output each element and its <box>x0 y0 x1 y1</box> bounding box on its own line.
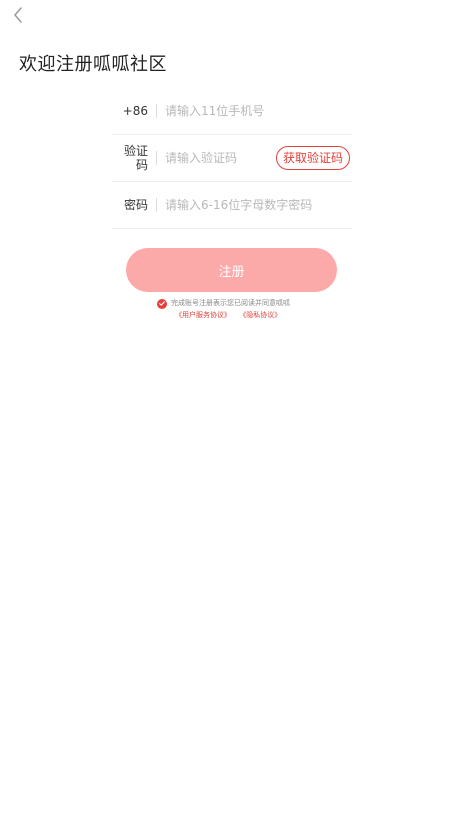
phone-row: +86 <box>112 88 352 135</box>
check-icon <box>159 301 165 306</box>
divider <box>156 104 157 118</box>
phone-input[interactable] <box>165 104 352 118</box>
agreement-text: 完成账号注册表示您已阅读并同意呱呱 <box>171 299 290 307</box>
code-label: 验证 码 <box>123 144 148 172</box>
agreement-section: 完成账号注册表示您已阅读并同意呱呱 《用户服务协议》 《隐私协议》 <box>157 298 317 321</box>
password-row: 密码 <box>112 182 352 229</box>
privacy-agreement-link[interactable]: 《隐私协议》 <box>239 311 281 319</box>
back-arrow-icon <box>14 7 22 23</box>
code-input[interactable] <box>165 151 265 165</box>
divider <box>156 151 157 165</box>
code-row: 验证 码 获取验证码 <box>112 135 352 182</box>
user-agreement-link[interactable]: 《用户服务协议》 <box>175 311 231 319</box>
page-title: 欢迎注册呱呱社区 <box>19 54 167 75</box>
agree-checkbox[interactable] <box>157 298 167 309</box>
divider <box>156 198 157 212</box>
register-form: +86 验证 码 获取验证码 密码 <box>112 88 352 229</box>
country-code: +86 <box>122 104 148 118</box>
register-button[interactable]: 注册 <box>126 248 337 292</box>
password-input[interactable] <box>165 198 352 212</box>
password-label: 密码 <box>123 198 148 212</box>
get-code-button[interactable]: 获取验证码 <box>275 146 350 170</box>
back-button[interactable] <box>8 4 28 26</box>
